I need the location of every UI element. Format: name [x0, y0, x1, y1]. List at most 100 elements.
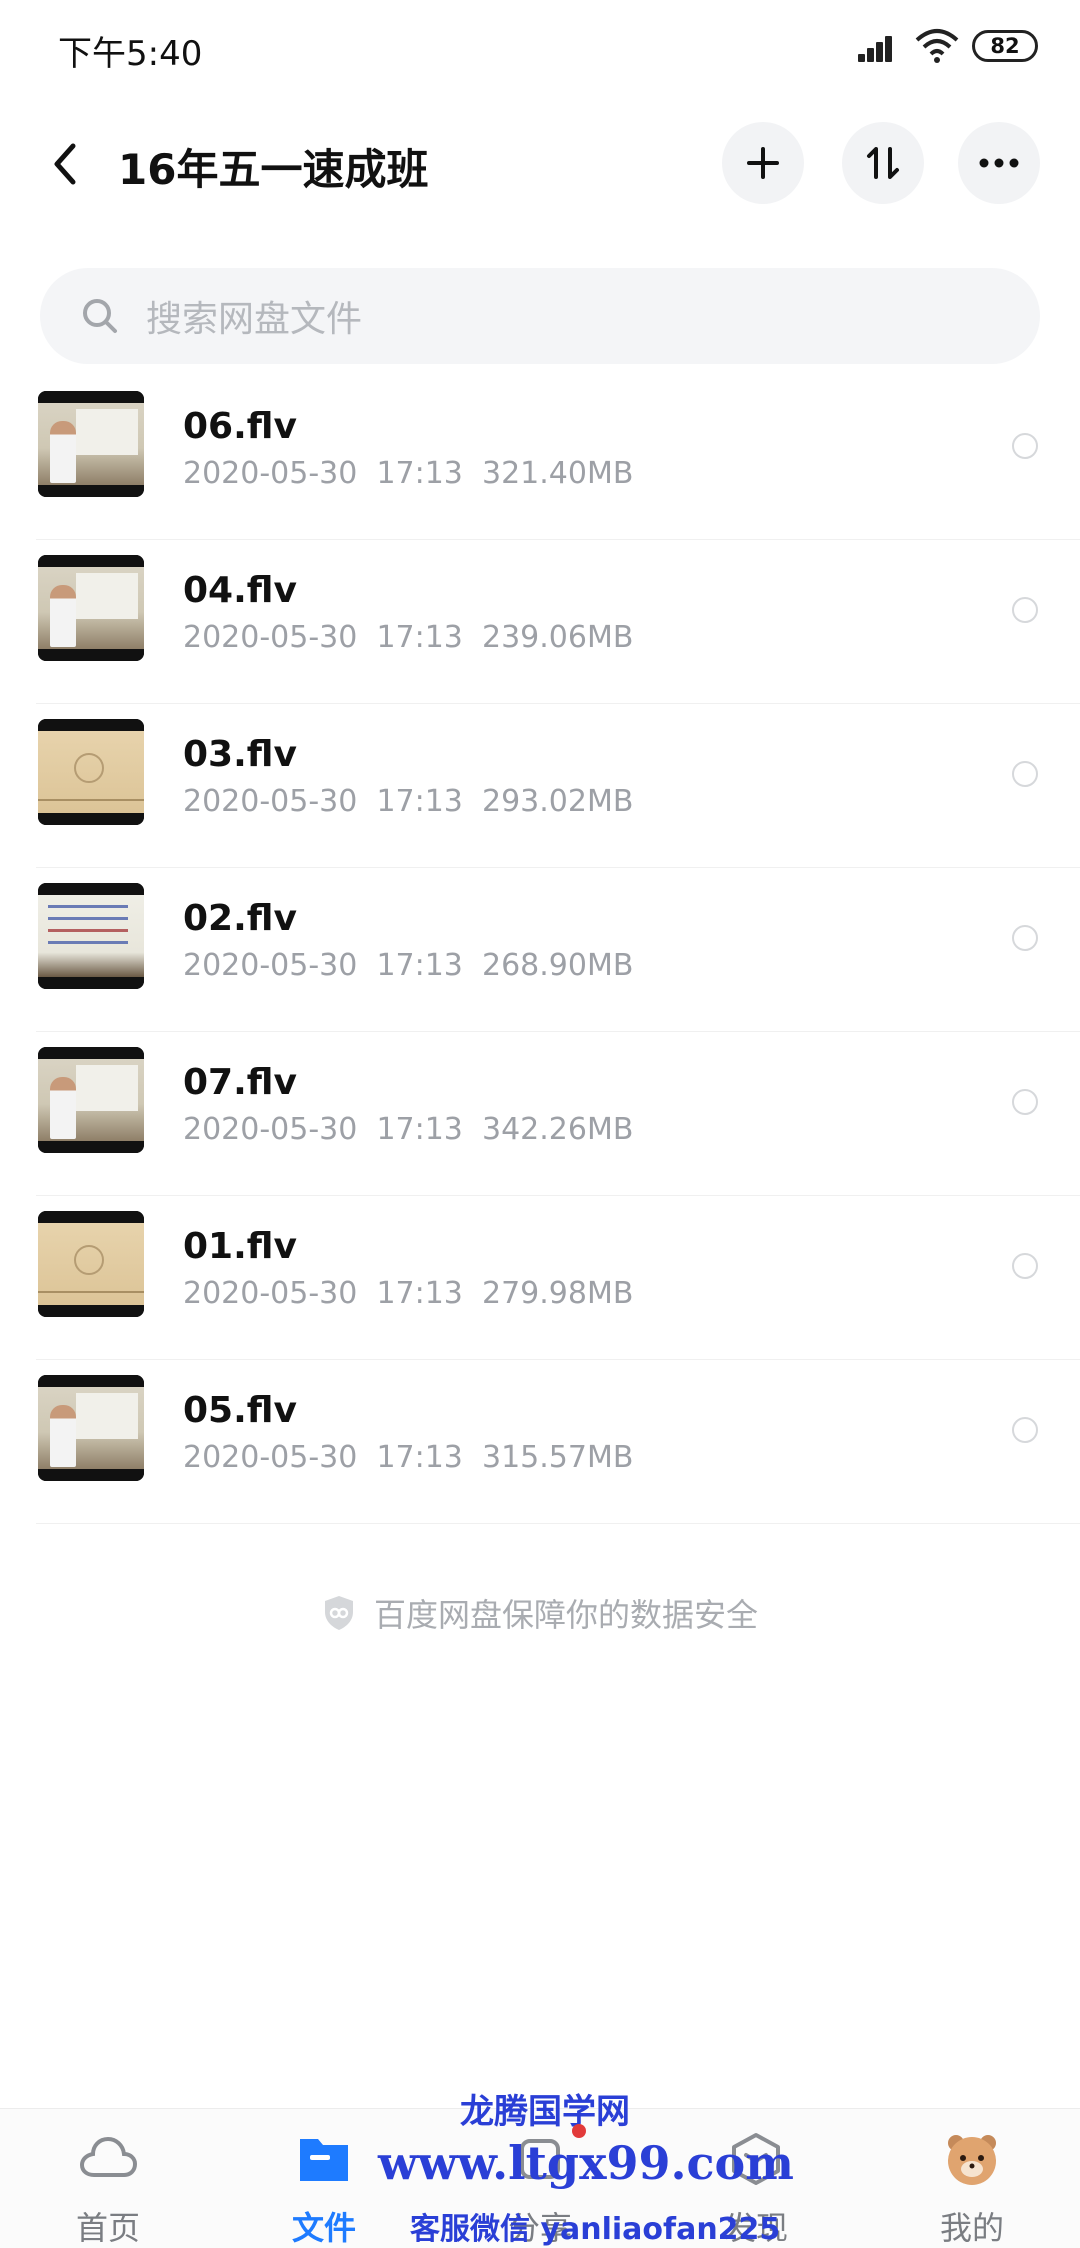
- more-button[interactable]: [958, 122, 1040, 204]
- thumbnail-band: [38, 1469, 144, 1481]
- select-checkbox[interactable]: [1012, 761, 1038, 787]
- video-thumbnail: [38, 1375, 144, 1481]
- thumbnail-scene: [38, 1387, 144, 1469]
- thumbnail-board: [76, 409, 138, 455]
- file-meta: 2020-05-30 17:13 239.06MB: [183, 620, 633, 655]
- video-thumbnail: [38, 883, 144, 989]
- thumbnail-band: [38, 649, 144, 661]
- file-size: 315.57MB: [481, 1440, 634, 1475]
- file-meta: 2020-05-30 17:13 315.57MB: [183, 1440, 633, 1475]
- thumbnail-band: [38, 813, 144, 825]
- nav-home[interactable]: 首页: [0, 2109, 216, 2248]
- file-date: 2020-05-30: [183, 1112, 358, 1147]
- more-dots-icon: [979, 158, 1019, 168]
- sort-icon: [867, 147, 899, 179]
- file-name: 07.flv: [183, 1062, 297, 1103]
- file-list: 06.flv 2020-05-30 17:13 321.40MB 04.flv 202…: [0, 376, 1080, 1524]
- thumbnail-scene: [38, 1059, 144, 1141]
- back-arrow-icon: [54, 143, 76, 185]
- file-time: 17:13: [376, 948, 463, 983]
- add-button[interactable]: [722, 122, 804, 204]
- nav-files-label: 文件: [291, 2209, 356, 2247]
- nav-discover-label: 发现: [723, 2209, 788, 2247]
- thumbnail-scene: [38, 567, 144, 649]
- file-row[interactable]: 05.flv 2020-05-30 17:13 315.57MB: [0, 1360, 1080, 1524]
- back-button[interactable]: [40, 134, 90, 194]
- file-row[interactable]: 07.flv 2020-05-30 17:13 342.26MB: [0, 1032, 1080, 1196]
- file-name: 05.flv: [183, 1390, 297, 1431]
- cloud-icon: [79, 2136, 138, 2177]
- thumbnail-scene: [38, 731, 144, 813]
- nav-mine[interactable]: 我的: [864, 2109, 1080, 2248]
- status-time: 下午5:40: [58, 34, 203, 74]
- signal-icon: [858, 32, 900, 62]
- file-date: 2020-05-30: [183, 948, 358, 983]
- file-row[interactable]: 06.flv 2020-05-30 17:13 321.40MB: [0, 376, 1080, 540]
- video-thumbnail: [38, 1047, 144, 1153]
- plus-icon: [747, 147, 779, 179]
- video-thumbnail: [38, 719, 144, 825]
- file-row[interactable]: 02.flv 2020-05-30 17:13 268.90MB: [0, 868, 1080, 1032]
- thumbnail-writing: [48, 905, 128, 908]
- thumbnail-scene: [38, 403, 144, 485]
- nav-mine-label: 我的: [939, 2209, 1004, 2247]
- thumbnail-ground: [38, 799, 144, 801]
- file-name: 03.flv: [183, 734, 297, 775]
- file-meta: 2020-05-30 17:13 268.90MB: [183, 948, 633, 983]
- search-icon: [83, 299, 117, 333]
- discover-icon: [732, 2133, 780, 2185]
- file-size: 268.90MB: [481, 948, 634, 983]
- nav-discover[interactable]: 发现: [648, 2109, 864, 2248]
- thumbnail-logo: [74, 753, 104, 783]
- file-meta: 2020-05-30 17:13 321.40MB: [183, 456, 633, 491]
- share-icon: [520, 2139, 560, 2179]
- file-date: 2020-05-30: [183, 456, 358, 491]
- search-input[interactable]: 搜索网盘文件: [40, 268, 1040, 364]
- thumbnail-band: [38, 485, 144, 497]
- file-row[interactable]: 03.flv 2020-05-30 17:13 293.02MB: [0, 704, 1080, 868]
- file-time: 17:13: [376, 620, 463, 655]
- select-checkbox[interactable]: [1012, 433, 1038, 459]
- thumbnail-person: [50, 1077, 76, 1139]
- file-date: 2020-05-30: [183, 620, 358, 655]
- thumbnail-band: [38, 1211, 144, 1223]
- thumbnail-person: [50, 585, 76, 647]
- thumbnail-band: [38, 555, 144, 567]
- nav-share[interactable]: 分享: [432, 2109, 648, 2248]
- file-size: 321.40MB: [481, 456, 634, 491]
- file-meta: 2020-05-30 17:13 342.26MB: [183, 1112, 633, 1147]
- file-time: 17:13: [376, 784, 463, 819]
- thumbnail-band: [38, 1375, 144, 1387]
- file-meta: 2020-05-30 17:13 279.98MB: [183, 1276, 633, 1311]
- file-meta: 2020-05-30 17:13 293.02MB: [183, 784, 633, 819]
- shield-icon: [324, 1596, 353, 1630]
- thumbnail-band: [38, 1305, 144, 1317]
- thumbnail-person: [50, 1405, 76, 1467]
- select-checkbox[interactable]: [1012, 597, 1038, 623]
- select-checkbox[interactable]: [1012, 1253, 1038, 1279]
- file-name: 06.flv: [183, 406, 297, 447]
- file-row[interactable]: 01.flv 2020-05-30 17:13 279.98MB: [0, 1196, 1080, 1360]
- thumbnail-person: [50, 421, 76, 483]
- thumbnail-band: [38, 1141, 144, 1153]
- select-checkbox[interactable]: [1012, 925, 1038, 951]
- video-thumbnail: [38, 391, 144, 497]
- sort-button[interactable]: [842, 122, 924, 204]
- security-note: 百度网盘保障你的数据安全: [0, 1590, 1080, 1636]
- file-date: 2020-05-30: [183, 1440, 358, 1475]
- select-checkbox[interactable]: [1012, 1417, 1038, 1443]
- thumbnail-band: [38, 391, 144, 403]
- bottom-nav: 首页 文件 分享 发现 我的: [0, 2108, 1080, 2248]
- thumbnail-band: [38, 719, 144, 731]
- file-date: 2020-05-30: [183, 784, 358, 819]
- thumbnail-board: [76, 1065, 138, 1111]
- thumbnail-band: [38, 1047, 144, 1059]
- file-time: 17:13: [376, 456, 463, 491]
- wifi-icon: [915, 29, 959, 63]
- nav-files[interactable]: 文件: [216, 2109, 432, 2248]
- select-checkbox[interactable]: [1012, 1089, 1038, 1115]
- file-date: 2020-05-30: [183, 1276, 358, 1311]
- thumbnail-scene: [38, 895, 144, 977]
- app-screen: 下午5:40 82 16年五一速成班 搜索网盘文件 06.flv 2020-05…: [0, 0, 1080, 2248]
- file-row[interactable]: 04.flv 2020-05-30 17:13 239.06MB: [0, 540, 1080, 704]
